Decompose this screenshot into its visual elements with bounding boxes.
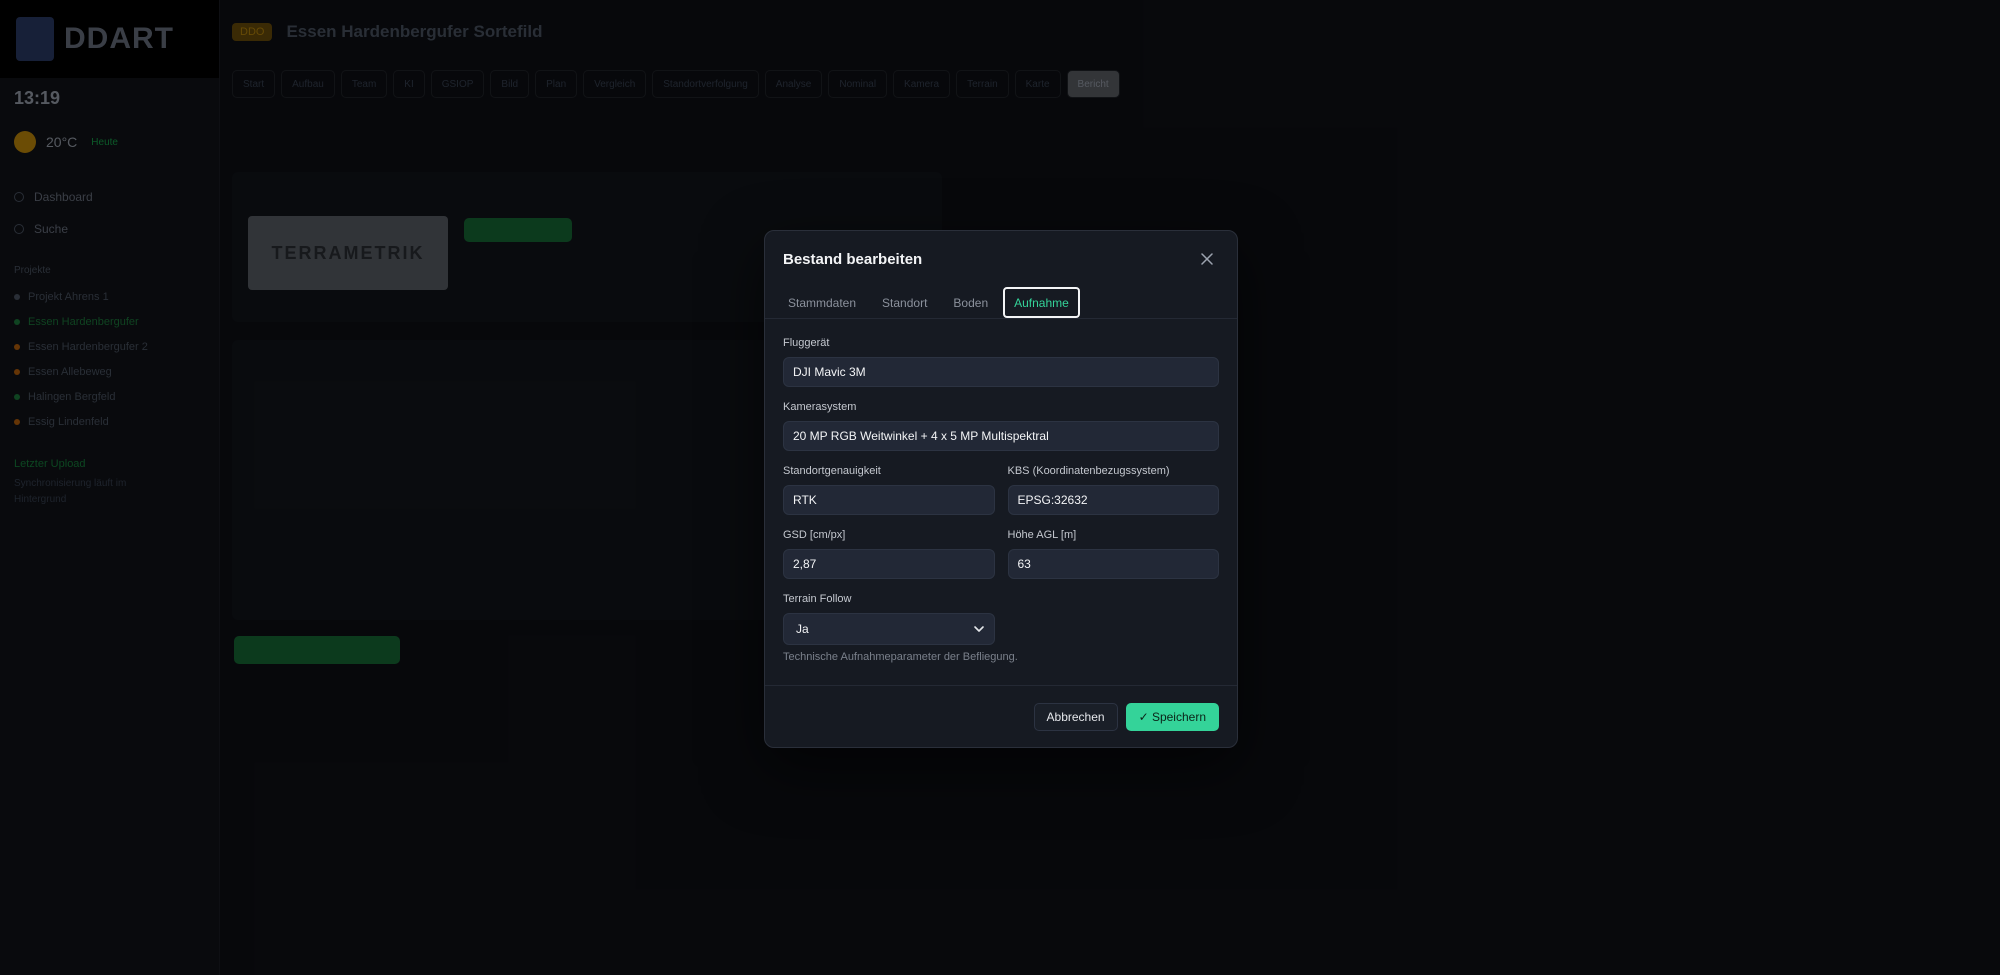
select-value: Ja xyxy=(796,622,809,636)
kbs-input[interactable] xyxy=(1007,485,1219,515)
field-standortgenauigkeit: Standortgenauigkeit xyxy=(783,465,995,515)
field-fluggeraet: Fluggerät xyxy=(783,337,1219,387)
field-label: Terrain Follow xyxy=(783,593,852,605)
field-label: Fluggerät xyxy=(783,337,830,349)
row-accuracy-crs: Standortgenauigkeit KBS (Koordinatenbezu… xyxy=(783,465,1219,529)
dialog-body: Fluggerät Kamerasystem Standortgenauigke… xyxy=(765,319,1237,663)
hoehe-input[interactable] xyxy=(1007,549,1219,579)
field-label: KBS (Koordinatenbezugssystem) xyxy=(1007,465,1170,477)
app-root: DDART 13:19 20°C Heute Dashboard Suche P… xyxy=(0,0,2000,975)
close-icon[interactable] xyxy=(1195,247,1219,271)
row-gsd-height: GSD [cm/px] Höhe AGL [m] xyxy=(783,529,1219,593)
kamerasystem-input[interactable] xyxy=(783,421,1219,451)
dialog-footer: Abbrechen ✓ Speichern xyxy=(765,685,1237,747)
dialog-title: Bestand bearbeiten xyxy=(783,250,923,268)
tab-stammdaten[interactable]: Stammdaten xyxy=(777,287,867,318)
terrain-follow-select[interactable]: Ja xyxy=(783,613,995,645)
dialog-tabs: Stammdaten Standort Boden Aufnahme xyxy=(765,287,1237,319)
field-terrain-follow: Terrain Follow Ja xyxy=(783,593,1219,645)
standortgenauigkeit-input[interactable] xyxy=(783,485,995,515)
tab-standort[interactable]: Standort xyxy=(871,287,938,318)
field-label: Höhe AGL [m] xyxy=(1007,529,1077,541)
edit-stock-dialog: Bestand bearbeiten Stammdaten Standort B… xyxy=(764,230,1238,748)
fluggeraet-input[interactable] xyxy=(783,357,1219,387)
save-button[interactable]: ✓ Speichern xyxy=(1125,702,1219,731)
field-gsd: GSD [cm/px] xyxy=(783,529,995,579)
field-kamerasystem: Kamerasystem xyxy=(783,401,1219,451)
tab-aufnahme[interactable]: Aufnahme xyxy=(1003,287,1080,318)
field-label: Standortgenauigkeit xyxy=(783,465,881,477)
tab-boden[interactable]: Boden xyxy=(942,287,999,318)
cancel-button[interactable]: Abbrechen xyxy=(1033,702,1118,731)
field-kbs: KBS (Koordinatenbezugssystem) xyxy=(1007,465,1219,515)
field-hoehe: Höhe AGL [m] xyxy=(1007,529,1219,579)
chevron-down-icon xyxy=(974,626,984,632)
dialog-hint: Technische Aufnahmeparameter der Beflieg… xyxy=(783,651,1018,663)
field-label: GSD [cm/px] xyxy=(783,529,846,541)
gsd-input[interactable] xyxy=(783,549,995,579)
field-label: Kamerasystem xyxy=(783,401,857,413)
dialog-header: Bestand bearbeiten xyxy=(765,231,1237,287)
